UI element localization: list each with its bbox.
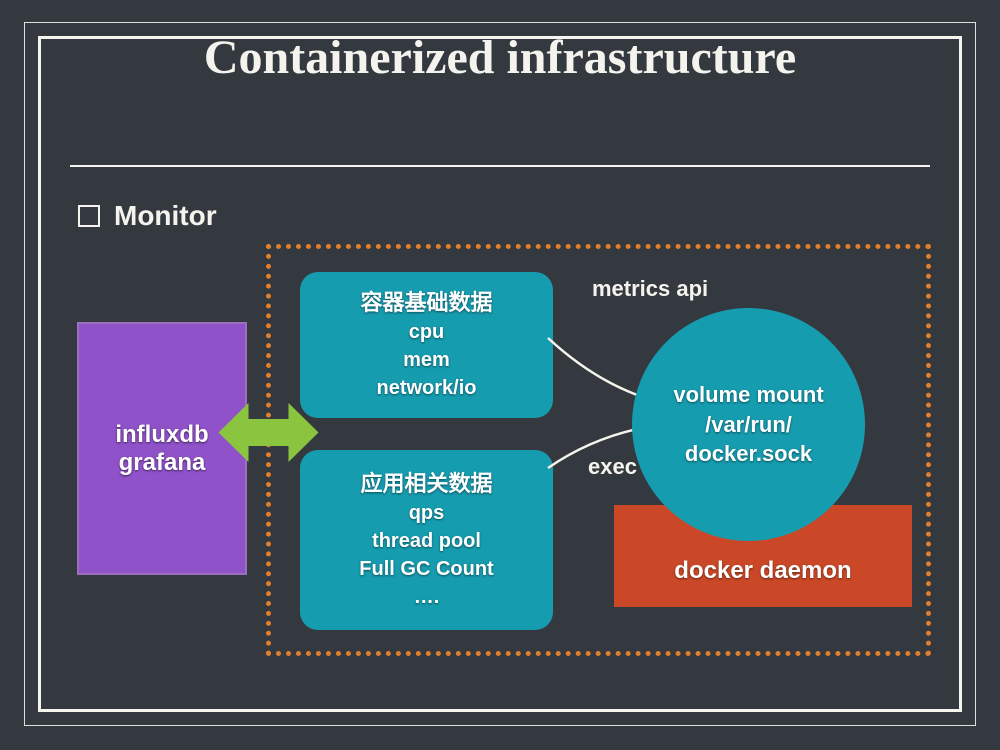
- label-exec: exec: [588, 454, 637, 480]
- label-metrics-api: metrics api: [592, 276, 708, 302]
- docker-sock-circle: volume mount /var/run/ docker.sock: [632, 308, 865, 541]
- section-header: Monitor: [78, 200, 217, 232]
- title-divider: [70, 165, 930, 167]
- circle-line: volume mount: [673, 380, 823, 410]
- datastore-line: influxdb: [115, 421, 208, 449]
- circle-line: /var/run/: [705, 410, 792, 440]
- circle-line: docker.sock: [685, 439, 812, 469]
- checkbox-icon: [78, 205, 100, 227]
- datastore-line: grafana: [119, 449, 206, 477]
- section-title: Monitor: [114, 200, 217, 232]
- double-arrow-icon: [218, 395, 319, 470]
- docker-daemon-label: docker daemon: [674, 557, 851, 585]
